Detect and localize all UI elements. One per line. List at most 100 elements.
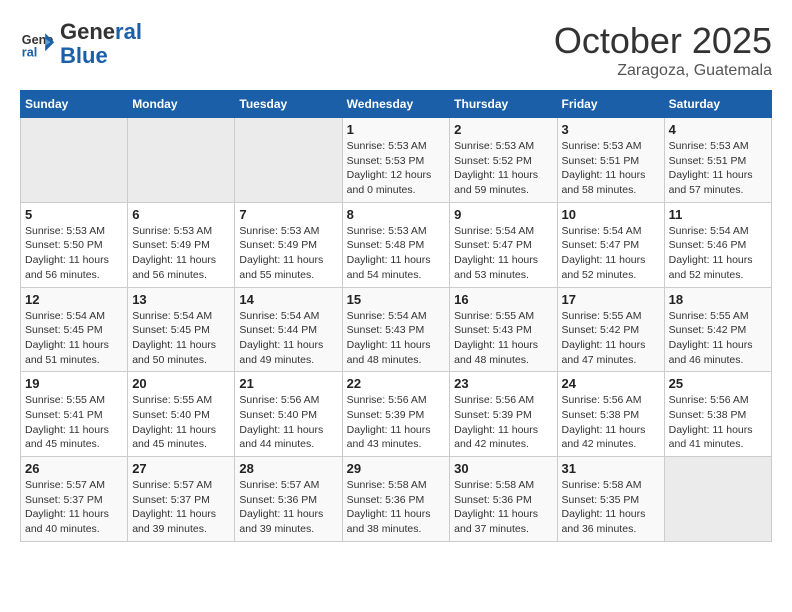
location-subtitle: Zaragoza, Guatemala bbox=[554, 62, 772, 80]
day-info: Sunrise: 5:53 AMSunset: 5:51 PMDaylight:… bbox=[669, 139, 767, 198]
calendar-cell: 14 Sunrise: 5:54 AMSunset: 5:44 PMDayligh… bbox=[235, 287, 342, 372]
calendar-cell: 18 Sunrise: 5:55 AMSunset: 5:42 PMDayligh… bbox=[664, 287, 771, 372]
day-number: 21 bbox=[239, 376, 337, 391]
calendar-cell bbox=[21, 118, 128, 203]
day-info: Sunrise: 5:54 AMSunset: 5:43 PMDaylight:… bbox=[347, 309, 446, 368]
calendar-cell: 29 Sunrise: 5:58 AMSunset: 5:36 PMDayligh… bbox=[342, 457, 450, 542]
weekday-header: Friday bbox=[557, 91, 664, 118]
calendar-week-row: 26Sunrise: 5:57 AMSunset: 5:37 PMDayligh… bbox=[21, 457, 772, 542]
calendar-cell: 31Sunrise: 5:58 AMSunset: 5:35 PMDayligh… bbox=[557, 457, 664, 542]
day-number: 23 bbox=[454, 376, 552, 391]
calendar-cell: 24Sunrise: 5:56 AMSunset: 5:38 PMDayligh… bbox=[557, 372, 664, 457]
day-info: Sunrise: 5:57 AMSunset: 5:37 PMDaylight:… bbox=[132, 478, 230, 537]
day-info: Sunrise: 5:54 AMSunset: 5:47 PMDaylight:… bbox=[454, 224, 552, 283]
day-info: Sunrise: 5:58 AMSunset: 5:36 PMDaylight:… bbox=[347, 478, 446, 537]
day-number: 20 bbox=[132, 376, 230, 391]
day-info: Sunrise: 5:54 AMSunset: 5:46 PMDaylight:… bbox=[669, 224, 767, 283]
day-info: Sunrise: 5:53 AMSunset: 5:50 PMDaylight:… bbox=[25, 224, 123, 283]
day-info: Sunrise: 5:56 AMSunset: 5:40 PMDaylight:… bbox=[239, 393, 337, 452]
day-number: 27 bbox=[132, 461, 230, 476]
calendar-cell: 27 Sunrise: 5:57 AMSunset: 5:37 PMDayligh… bbox=[128, 457, 235, 542]
day-info: Sunrise: 5:54 AMSunset: 5:47 PMDaylight:… bbox=[562, 224, 660, 283]
day-info: Sunrise: 5:54 AMSunset: 5:45 PMDaylight:… bbox=[25, 309, 123, 368]
day-info: Sunrise: 5:58 AMSunset: 5:35 PMDaylight:… bbox=[562, 478, 660, 537]
weekday-header: Thursday bbox=[450, 91, 557, 118]
calendar-cell: 30 Sunrise: 5:58 AMSunset: 5:36 PMDayligh… bbox=[450, 457, 557, 542]
calendar-cell: 11 Sunrise: 5:54 AMSunset: 5:46 PMDayligh… bbox=[664, 202, 771, 287]
calendar-cell: 21 Sunrise: 5:56 AMSunset: 5:40 PMDayligh… bbox=[235, 372, 342, 457]
day-info: Sunrise: 5:57 AMSunset: 5:36 PMDaylight:… bbox=[239, 478, 337, 537]
day-number: 4 bbox=[669, 122, 767, 137]
day-info: Sunrise: 5:53 AMSunset: 5:53 PMDaylight:… bbox=[347, 139, 446, 198]
day-info: Sunrise: 5:56 AMSunset: 5:39 PMDaylight:… bbox=[347, 393, 446, 452]
svg-text:ral: ral bbox=[22, 46, 37, 60]
day-number: 6 bbox=[132, 207, 230, 222]
calendar-cell: 19Sunrise: 5:55 AMSunset: 5:41 PMDayligh… bbox=[21, 372, 128, 457]
day-info: Sunrise: 5:56 AMSunset: 5:38 PMDaylight:… bbox=[669, 393, 767, 452]
day-number: 8 bbox=[347, 207, 446, 222]
day-info: Sunrise: 5:56 AMSunset: 5:38 PMDaylight:… bbox=[562, 393, 660, 452]
day-number: 19 bbox=[25, 376, 123, 391]
calendar-cell bbox=[664, 457, 771, 542]
weekday-header: Sunday bbox=[21, 91, 128, 118]
calendar-cell: 3Sunrise: 5:53 AMSunset: 5:51 PMDaylight… bbox=[557, 118, 664, 203]
day-info: Sunrise: 5:55 AMSunset: 5:43 PMDaylight:… bbox=[454, 309, 552, 368]
day-info: Sunrise: 5:53 AMSunset: 5:51 PMDaylight:… bbox=[562, 139, 660, 198]
calendar-week-row: 5 Sunrise: 5:53 AMSunset: 5:50 PMDaylight… bbox=[21, 202, 772, 287]
calendar-cell: 22 Sunrise: 5:56 AMSunset: 5:39 PMDayligh… bbox=[342, 372, 450, 457]
calendar-cell: 2 Sunrise: 5:53 AMSunset: 5:52 PMDaylight… bbox=[450, 118, 557, 203]
logo-icon: Gene ral bbox=[20, 26, 56, 62]
day-info: Sunrise: 5:53 AMSunset: 5:49 PMDaylight:… bbox=[132, 224, 230, 283]
calendar-cell: 20 Sunrise: 5:55 AMSunset: 5:40 PMDayligh… bbox=[128, 372, 235, 457]
day-info: Sunrise: 5:56 AMSunset: 5:39 PMDaylight:… bbox=[454, 393, 552, 452]
calendar-cell: 10Sunrise: 5:54 AMSunset: 5:47 PMDayligh… bbox=[557, 202, 664, 287]
day-number: 16 bbox=[454, 292, 552, 307]
day-number: 14 bbox=[239, 292, 337, 307]
day-number: 12 bbox=[25, 292, 123, 307]
calendar-week-row: 19Sunrise: 5:55 AMSunset: 5:41 PMDayligh… bbox=[21, 372, 772, 457]
calendar-cell bbox=[235, 118, 342, 203]
day-info: Sunrise: 5:55 AMSunset: 5:42 PMDaylight:… bbox=[562, 309, 660, 368]
weekday-header: Wednesday bbox=[342, 91, 450, 118]
day-number: 22 bbox=[347, 376, 446, 391]
day-number: 2 bbox=[454, 122, 552, 137]
calendar-cell: 8Sunrise: 5:53 AMSunset: 5:48 PMDaylight… bbox=[342, 202, 450, 287]
weekday-header: Saturday bbox=[664, 91, 771, 118]
calendar-cell: 15 Sunrise: 5:54 AMSunset: 5:43 PMDayligh… bbox=[342, 287, 450, 372]
calendar-cell: 12 Sunrise: 5:54 AMSunset: 5:45 PMDayligh… bbox=[21, 287, 128, 372]
day-number: 28 bbox=[239, 461, 337, 476]
title-block: October 2025 Zaragoza, Guatemala bbox=[554, 20, 772, 80]
day-info: Sunrise: 5:53 AMSunset: 5:52 PMDaylight:… bbox=[454, 139, 552, 198]
day-info: Sunrise: 5:57 AMSunset: 5:37 PMDaylight:… bbox=[25, 478, 123, 537]
calendar-cell: 16 Sunrise: 5:55 AMSunset: 5:43 PMDayligh… bbox=[450, 287, 557, 372]
calendar-cell: 28 Sunrise: 5:57 AMSunset: 5:36 PMDayligh… bbox=[235, 457, 342, 542]
calendar-cell: 17 Sunrise: 5:55 AMSunset: 5:42 PMDayligh… bbox=[557, 287, 664, 372]
day-number: 15 bbox=[347, 292, 446, 307]
weekday-header: Tuesday bbox=[235, 91, 342, 118]
day-info: Sunrise: 5:55 AMSunset: 5:40 PMDaylight:… bbox=[132, 393, 230, 452]
calendar-cell: 7 Sunrise: 5:53 AMSunset: 5:49 PMDaylight… bbox=[235, 202, 342, 287]
day-info: Sunrise: 5:58 AMSunset: 5:36 PMDaylight:… bbox=[454, 478, 552, 537]
day-number: 30 bbox=[454, 461, 552, 476]
day-number: 7 bbox=[239, 207, 337, 222]
day-info: Sunrise: 5:53 AMSunset: 5:49 PMDaylight:… bbox=[239, 224, 337, 283]
day-number: 25 bbox=[669, 376, 767, 391]
calendar-week-row: 12 Sunrise: 5:54 AMSunset: 5:45 PMDayligh… bbox=[21, 287, 772, 372]
day-number: 5 bbox=[25, 207, 123, 222]
day-number: 11 bbox=[669, 207, 767, 222]
page-header: Gene ral General Blue October 2025 Zarag… bbox=[20, 20, 772, 80]
calendar-cell: 25 Sunrise: 5:56 AMSunset: 5:38 PMDayligh… bbox=[664, 372, 771, 457]
day-number: 18 bbox=[669, 292, 767, 307]
day-number: 29 bbox=[347, 461, 446, 476]
calendar-week-row: 1Sunrise: 5:53 AMSunset: 5:53 PMDaylight… bbox=[21, 118, 772, 203]
day-info: Sunrise: 5:55 AMSunset: 5:42 PMDaylight:… bbox=[669, 309, 767, 368]
day-number: 9 bbox=[454, 207, 552, 222]
calendar-cell: 4 Sunrise: 5:53 AMSunset: 5:51 PMDaylight… bbox=[664, 118, 771, 203]
day-info: Sunrise: 5:54 AMSunset: 5:45 PMDaylight:… bbox=[132, 309, 230, 368]
calendar-cell bbox=[128, 118, 235, 203]
day-number: 17 bbox=[562, 292, 660, 307]
calendar-cell: 13Sunrise: 5:54 AMSunset: 5:45 PMDayligh… bbox=[128, 287, 235, 372]
calendar-cell: 23 Sunrise: 5:56 AMSunset: 5:39 PMDayligh… bbox=[450, 372, 557, 457]
day-info: Sunrise: 5:54 AMSunset: 5:44 PMDaylight:… bbox=[239, 309, 337, 368]
logo-text: General Blue bbox=[60, 20, 142, 68]
